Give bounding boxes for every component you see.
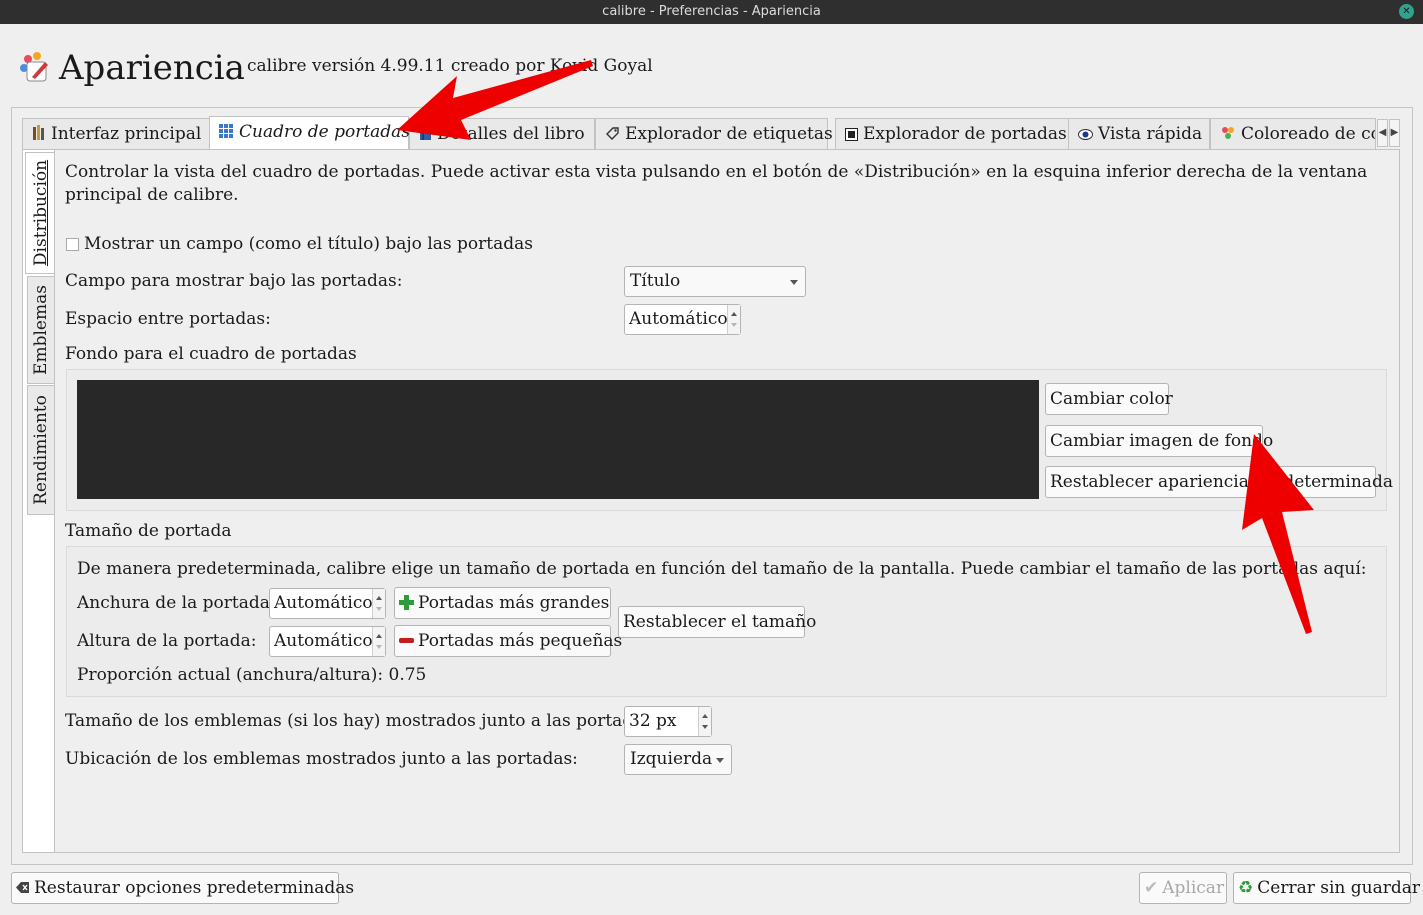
larger-covers-label: Portadas más grandes xyxy=(418,593,610,613)
height-label: Altura de la portada: xyxy=(77,631,257,651)
tab-label: Interfaz principal xyxy=(51,124,202,144)
smaller-covers-button[interactable]: Portadas más pequeñas xyxy=(394,625,622,657)
tab-vista-rapida[interactable]: Vista rápida xyxy=(1068,118,1210,150)
cover-size-heading: Tamaño de portada xyxy=(65,521,232,541)
sidetab-rendimiento[interactable]: Rendimiento xyxy=(27,385,54,515)
window-title: calibre - Preferencias - Apariencia xyxy=(602,4,821,19)
restore-defaults-button[interactable]: Restaurar opciones predeterminadas xyxy=(11,872,354,904)
emblem-size-spinbox[interactable]: 32 px xyxy=(624,706,712,737)
emblem-location-select[interactable]: Izquierda xyxy=(624,744,732,775)
plus-icon xyxy=(399,595,414,610)
spin-down-icon[interactable] xyxy=(702,725,708,729)
spin-buttons[interactable] xyxy=(727,305,740,334)
recycle-icon: ♻ xyxy=(1238,878,1254,898)
height-value: Automático xyxy=(274,631,373,651)
spacing-spinbox[interactable]: Automático xyxy=(624,304,741,335)
emblem-size-value: 32 px xyxy=(629,711,677,731)
restore-icon xyxy=(16,882,29,893)
tab-scroll-left-icon[interactable]: ◀ xyxy=(1377,119,1388,147)
sidetab-label: Rendimiento xyxy=(31,395,51,505)
check-icon: ✔ xyxy=(1144,878,1159,898)
page-title: Apariencia xyxy=(59,48,245,88)
height-spinbox[interactable]: Automático xyxy=(269,626,386,657)
tab-label: Cuadro de portadas xyxy=(239,122,411,142)
chevron-down-icon xyxy=(716,758,724,763)
top-tabbar: Interfaz principal Cuadro de portadas De… xyxy=(22,116,1400,150)
tab-label: Explorador de etiquetas xyxy=(625,124,833,144)
spin-up-icon[interactable] xyxy=(702,714,708,718)
cover-icon xyxy=(845,128,858,141)
tab-label: Vista rápida xyxy=(1098,124,1203,144)
larger-covers-button[interactable]: Portadas más grandes xyxy=(394,587,611,619)
tab-explorador-de-portadas[interactable]: Explorador de portadas xyxy=(835,118,1069,150)
sidetab-label: Distribución xyxy=(31,159,51,267)
tab-label: Explorador de portadas xyxy=(863,124,1067,144)
chevron-down-icon xyxy=(790,280,798,285)
apply-button[interactable]: ✔ Aplicar xyxy=(1139,872,1227,904)
apply-label: Aplicar xyxy=(1162,878,1225,898)
spin-buttons[interactable] xyxy=(372,589,385,618)
sidetab-emblemas[interactable]: Emblemas xyxy=(27,276,54,384)
spin-up-icon[interactable] xyxy=(376,634,382,638)
reset-appearance-button[interactable]: Restablecer apariencia predeterminada xyxy=(1045,466,1393,498)
layout-description: Controlar la vista del cuadro de portada… xyxy=(65,162,1368,205)
reset-size-button[interactable]: Restablecer el tamaño xyxy=(618,606,816,638)
field-select-value: Título xyxy=(630,271,681,291)
background-preview xyxy=(77,380,1039,499)
tab-coloreado[interactable]: Coloreado de co xyxy=(1210,118,1376,150)
tag-icon xyxy=(606,127,619,140)
field-label: Campo para mostrar bajo las portadas: xyxy=(65,271,403,291)
width-label: Anchura de la portada: xyxy=(77,593,276,613)
spin-down-icon[interactable] xyxy=(731,323,737,327)
eye-icon xyxy=(1078,129,1093,140)
grid-icon xyxy=(219,124,233,138)
tab-interfaz-principal[interactable]: Interfaz principal xyxy=(22,118,210,150)
spin-down-icon[interactable] xyxy=(376,607,382,611)
close-window-icon[interactable]: ✕ xyxy=(1399,4,1414,19)
show-field-label: Mostrar un campo (como el título) bajo l… xyxy=(84,234,533,254)
close-without-saving-label: Cerrar sin guardar xyxy=(1257,878,1420,898)
book-icon xyxy=(420,126,431,140)
emblem-location-label: Ubicación de los emblemas mostrados junt… xyxy=(65,749,578,769)
restore-defaults-label: Restaurar opciones predeterminadas xyxy=(34,878,355,898)
width-value: Automático xyxy=(274,593,373,613)
spacing-label: Espacio entre portadas: xyxy=(65,309,271,329)
tab-scroll-right-icon[interactable]: ▶ xyxy=(1389,119,1400,147)
width-spinbox[interactable]: Automático xyxy=(269,588,386,619)
version-text: calibre versión 4.99.11 creado por Kovid… xyxy=(247,56,653,76)
spin-up-icon[interactable] xyxy=(376,596,382,600)
smaller-covers-label: Portadas más pequeñas xyxy=(418,631,623,651)
background-heading: Fondo para el cuadro de portadas xyxy=(65,344,357,364)
books-icon xyxy=(33,125,44,140)
spin-buttons[interactable] xyxy=(698,707,711,736)
emblem-location-value: Izquierda xyxy=(630,749,713,769)
tab-cuadro-de-portadas[interactable]: Cuadro de portadas xyxy=(209,116,411,150)
window-titlebar: calibre - Preferencias - Apariencia ✕ xyxy=(0,0,1423,24)
spin-up-icon[interactable] xyxy=(731,312,737,316)
tab-label: Detalles del libro xyxy=(437,124,585,144)
palette-icon xyxy=(1222,127,1234,139)
cover-size-description: De manera predeterminada, calibre elige … xyxy=(77,559,1367,579)
tab-label: Coloreado de co xyxy=(1241,124,1376,144)
calibre-logo-icon xyxy=(20,52,48,82)
close-without-saving-button[interactable]: ♻ Cerrar sin guardar xyxy=(1233,872,1420,904)
emblem-size-label: Tamaño de los emblemas (si los hay) most… xyxy=(65,711,658,731)
tab-explorador-de-etiquetas[interactable]: Explorador de etiquetas xyxy=(595,118,833,150)
spin-buttons[interactable] xyxy=(372,627,385,656)
show-field-checkbox[interactable] xyxy=(66,238,79,251)
sidetab-label: Emblemas xyxy=(31,285,51,375)
spacing-value: Automático xyxy=(629,309,728,329)
minus-icon xyxy=(399,638,414,643)
tab-detalles-del-libro[interactable]: Detalles del libro xyxy=(409,118,595,150)
sidetab-distribucion[interactable]: Distribución xyxy=(25,152,56,274)
ratio-text: Proporción actual (anchura/altura): 0.75 xyxy=(77,665,427,685)
field-select[interactable]: Título xyxy=(624,266,806,297)
change-color-button[interactable]: Cambiar color xyxy=(1045,383,1173,415)
spin-down-icon[interactable] xyxy=(376,645,382,649)
change-image-button[interactable]: Cambiar imagen de fondo xyxy=(1045,425,1273,457)
